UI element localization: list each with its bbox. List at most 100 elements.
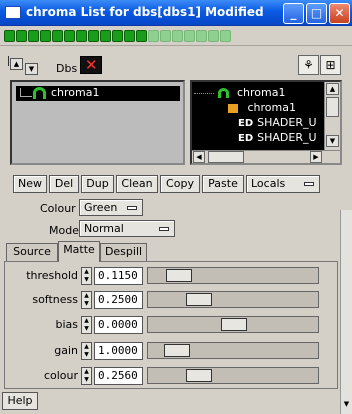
param-label: colour	[43, 369, 78, 382]
history-strip	[0, 26, 352, 46]
slider-thumb[interactable]	[221, 318, 247, 331]
history-dot	[196, 30, 207, 42]
mode-value: Normal	[84, 222, 124, 235]
spinner-icon[interactable]: ▲ ▼	[81, 367, 92, 385]
tree-branch-icon	[194, 92, 214, 94]
spinner-icon[interactable]: ▲ ▼	[81, 291, 92, 309]
history-dot	[4, 30, 15, 42]
help-button[interactable]: Help	[2, 392, 38, 410]
history-dot	[40, 30, 51, 42]
tab-matte[interactable]: Matte	[58, 241, 100, 262]
scroll-down-icon[interactable]: ▼	[326, 135, 339, 147]
history-dot	[16, 30, 27, 42]
param-value-field[interactable]: 0.1150	[94, 267, 143, 285]
minimize-button[interactable]: _	[283, 3, 304, 24]
history-dot	[52, 30, 63, 42]
new-button[interactable]: New	[13, 175, 47, 193]
history-dot	[64, 30, 75, 42]
window-vertical-scrollbar[interactable]: ▼	[340, 210, 352, 414]
mode-dropdown[interactable]: Normal	[79, 220, 175, 237]
param-label: bias	[55, 318, 78, 331]
tree-line-icon	[8, 56, 10, 66]
spinner-icon[interactable]: ▲ ▼	[81, 342, 92, 360]
copy-button[interactable]: Copy	[160, 175, 200, 193]
spinner-icon[interactable]: ▲ ▼	[81, 267, 92, 285]
chroma-node-icon	[217, 88, 229, 98]
tree-branch-icon	[20, 88, 32, 97]
close-button[interactable]: ✕	[329, 3, 350, 24]
scroll-right-icon[interactable]: ▶	[310, 151, 322, 163]
tree-item-shader[interactable]: ED SHADER_U	[238, 131, 317, 144]
param-value-field[interactable]: 0.2560	[94, 367, 143, 385]
tab-source[interactable]: Source	[6, 243, 58, 261]
param-slider[interactable]	[147, 342, 319, 359]
tree-item-label: chroma1	[247, 101, 297, 114]
tree-item-label: chroma1	[237, 86, 286, 99]
tree-vertical-scrollbar[interactable]: ▲ ▼	[324, 82, 340, 150]
param-value-field[interactable]: 0.0000	[94, 316, 143, 334]
delete-button[interactable]: Del	[49, 175, 79, 193]
history-dot	[136, 30, 147, 42]
slider-thumb[interactable]	[186, 369, 212, 382]
slider-thumb[interactable]	[186, 293, 212, 306]
history-dot	[124, 30, 135, 42]
history-dot	[208, 30, 219, 42]
locals-dropdown[interactable]: Locals	[246, 175, 320, 193]
list-view-icon[interactable]: ⊞	[320, 55, 341, 75]
tree-horizontal-scrollbar[interactable]: ◀ ▶	[192, 150, 340, 163]
scroll-left-icon[interactable]: ◀	[193, 151, 205, 163]
param-value-field[interactable]: 1.0000	[94, 342, 143, 360]
spinner-icon[interactable]: ▲ ▼	[81, 316, 92, 334]
history-dot	[148, 30, 159, 42]
ed-badge: ED	[238, 118, 254, 129]
title-bar[interactable]: chroma List for dbs[dbs1] Modified _ □ ✕	[0, 0, 352, 26]
maximize-button[interactable]: □	[306, 3, 327, 24]
db-tree-panel[interactable]: chroma1	[10, 80, 185, 165]
param-slider[interactable]	[147, 316, 319, 333]
node-tree-panel[interactable]: chroma1 chroma1 ED SHADER_U ED SHADER_U ▲ …	[190, 80, 342, 165]
dropdown-icon	[127, 206, 137, 210]
scroll-down-icon[interactable]: ▼	[342, 400, 351, 410]
param-slider[interactable]	[147, 367, 319, 384]
tab-despill[interactable]: Despill	[100, 243, 147, 261]
history-dot	[160, 30, 171, 42]
locals-label: Locals	[251, 177, 286, 190]
tree-item-shader[interactable]: ED SHADER_U	[238, 116, 317, 129]
dbs-status-icon[interactable]	[80, 56, 102, 74]
history-dot	[220, 30, 231, 42]
colour-label: Colour	[40, 202, 76, 215]
tree-view-icon[interactable]: ⚘	[298, 55, 319, 75]
param-label: gain	[54, 344, 78, 357]
colour-value: Green	[84, 201, 118, 214]
slider-thumb[interactable]	[166, 269, 192, 282]
param-slider[interactable]	[147, 291, 319, 308]
paste-button[interactable]: Paste	[202, 175, 244, 193]
history-dot	[112, 30, 123, 42]
dropdown-icon	[304, 182, 314, 186]
tree-item-chroma1[interactable]: chroma1	[194, 86, 324, 100]
slider-thumb[interactable]	[164, 344, 190, 357]
param-slider[interactable]	[147, 267, 319, 284]
tree-item-label: SHADER_U	[257, 131, 317, 144]
param-value-field[interactable]: 0.2500	[94, 291, 143, 309]
mode-label: Mode	[49, 224, 79, 237]
ed-badge: ED	[238, 133, 254, 144]
window-title: chroma List for dbs[dbs1] Modified	[26, 5, 264, 19]
param-label: softness	[32, 293, 78, 306]
history-dot	[88, 30, 99, 42]
scroll-up-icon[interactable]: ▲	[326, 83, 339, 95]
expand-down-icon[interactable]: ▼	[25, 63, 38, 75]
duplicate-button[interactable]: Dup	[81, 175, 114, 193]
folder-icon	[228, 103, 238, 113]
tree-item-chroma1-child[interactable]: chroma1	[228, 101, 296, 114]
tree-item-label: chroma1	[51, 86, 100, 99]
dbs-label: Dbs	[56, 62, 78, 75]
clean-button[interactable]: Clean	[116, 175, 158, 193]
scroll-thumb[interactable]	[326, 97, 339, 117]
history-dot	[28, 30, 39, 42]
window-app-icon	[5, 6, 21, 19]
colour-dropdown[interactable]: Green	[79, 199, 143, 216]
hscroll-thumb[interactable]	[208, 151, 244, 163]
tree-item-chroma1[interactable]: chroma1	[16, 86, 180, 101]
collapse-up-icon[interactable]: ▲	[10, 58, 23, 70]
